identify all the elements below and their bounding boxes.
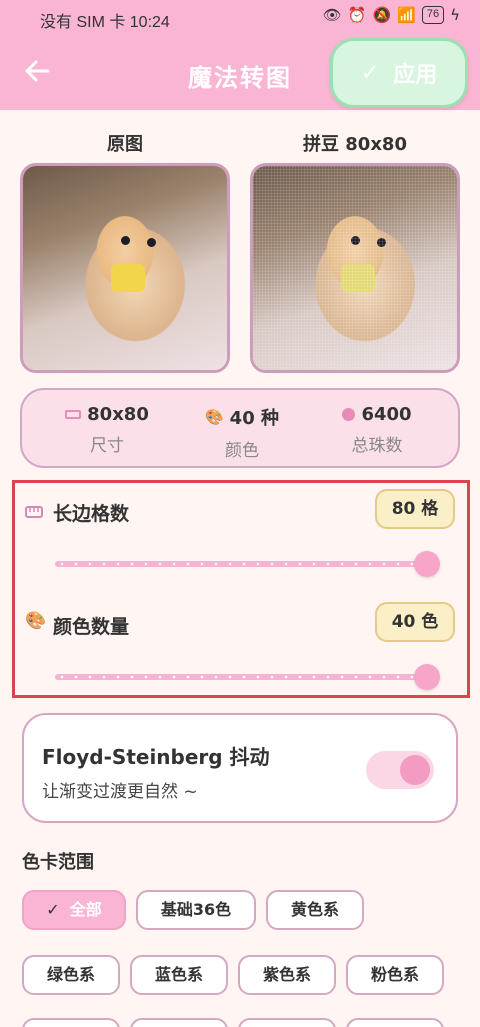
stat-beads: 6400 总珠数 — [312, 404, 442, 456]
color-count-slider[interactable] — [55, 674, 427, 680]
eye-icon: 👁 — [322, 6, 342, 24]
chip-basic36[interactable]: 基础36色 — [136, 890, 256, 930]
wifi-icon: 📶 — [397, 6, 416, 24]
chip-more-4[interactable] — [346, 1018, 444, 1027]
mute-icon: 🔕 — [372, 6, 392, 24]
color-count-label: 颜色数量 — [53, 616, 130, 638]
chip-purple[interactable]: 紫色系 — [238, 955, 336, 995]
chip-more-1[interactable] — [22, 1018, 120, 1027]
chip-blue[interactable]: 蓝色系 — [130, 955, 228, 995]
dither-title: Floyd-Steinberg 抖动 — [42, 745, 270, 769]
beads-value: 6400 — [361, 404, 412, 425]
slider-section: 长边格数 80 格 🎨 颜色数量 40 色 — [12, 480, 470, 698]
palette-icon: 🎨 — [204, 408, 224, 426]
charging-icon: ϟ — [450, 6, 460, 24]
stats-card: 80x80 尺寸 🎨 40 种 颜色 6400 总珠数 — [20, 388, 460, 468]
size-value: 80x80 — [87, 404, 149, 425]
palette-icon: 🎨 — [25, 611, 47, 631]
chip-more-2[interactable] — [130, 1018, 228, 1027]
bead-icon — [342, 408, 356, 421]
kitten-bead-preview — [253, 166, 457, 370]
kitten-photo — [23, 166, 227, 370]
original-label: 原图 — [107, 134, 143, 155]
long-side-slider[interactable] — [55, 561, 427, 567]
long-side-label: 长边格数 — [53, 503, 130, 525]
palette-section-title: 色卡范围 — [22, 852, 94, 873]
status-icons: 👁 ⏰ 🔕 📶 76 ϟ — [323, 6, 460, 24]
stat-size: 80x80 尺寸 — [42, 404, 172, 456]
alarm-icon: ⏰ — [347, 6, 367, 24]
ruler-icon — [25, 503, 43, 522]
chip-pink[interactable]: 粉色系 — [346, 955, 444, 995]
check-icon: ✓ — [46, 900, 60, 919]
bead-preview-image[interactable] — [250, 163, 460, 373]
dither-subtitle: 让渐变过渡更自然 ~ — [42, 782, 198, 802]
color-count-value: 40 色 — [375, 602, 455, 642]
long-side-value: 80 格 — [375, 489, 455, 529]
size-label: 尺寸 — [90, 436, 124, 456]
ruler-icon — [65, 410, 82, 419]
dither-card: Floyd-Steinberg 抖动 让渐变过渡更自然 ~ — [22, 713, 458, 823]
long-side-slider-thumb[interactable] — [414, 551, 440, 577]
check-icon: ✓ — [360, 60, 380, 86]
apply-button[interactable]: ✓ 应用 — [330, 38, 468, 108]
original-image[interactable] — [20, 163, 230, 373]
apply-label: 应用 — [393, 63, 438, 88]
beads-label: 总珠数 — [351, 436, 403, 456]
dither-toggle[interactable] — [366, 751, 434, 789]
colors-value: 40 种 — [229, 408, 279, 429]
chip-green[interactable]: 绿色系 — [22, 955, 120, 995]
status-text: 没有 SIM 卡 10:24 — [40, 14, 170, 31]
chip-more-3[interactable] — [238, 1018, 336, 1027]
toggle-knob — [400, 755, 430, 785]
chip-yellow[interactable]: 黄色系 — [266, 890, 364, 930]
bead-preview-label: 拼豆 80x80 — [303, 134, 407, 155]
chip-all[interactable]: ✓ 全部 — [22, 890, 126, 930]
stat-colors: 🎨 40 种 颜色 — [177, 404, 307, 461]
colors-label: 颜色 — [225, 441, 259, 461]
battery-indicator: 76 — [421, 6, 445, 24]
color-count-slider-thumb[interactable] — [414, 664, 440, 690]
